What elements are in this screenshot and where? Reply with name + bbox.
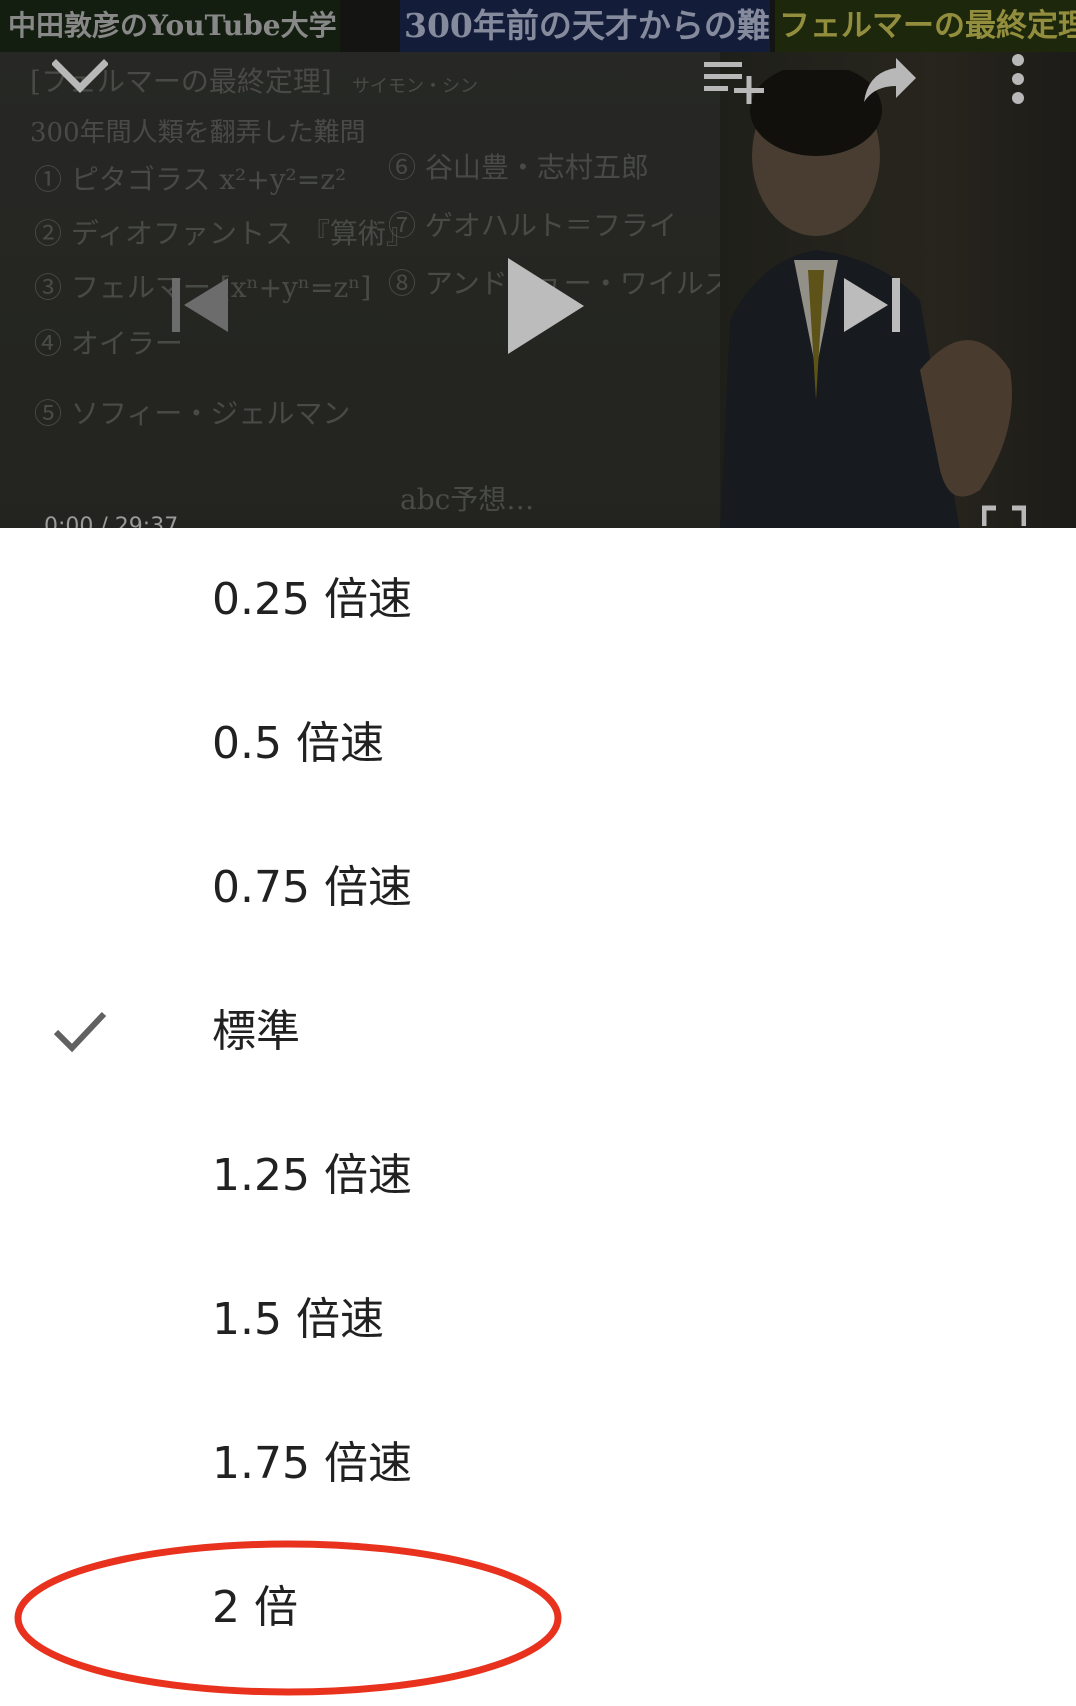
video-player[interactable]: [フェルマーの最終定理] サイモン・シン 300年間人類を翻弄した難問 ① ピタ… — [0, 0, 1076, 528]
fullscreen-icon[interactable] — [982, 504, 1026, 528]
speed-option-2[interactable]: 2 倍 — [0, 1536, 1076, 1680]
speed-option-label: 2 倍 — [212, 1582, 298, 1633]
speed-option-label: 1.75 倍速 — [212, 1438, 412, 1489]
speed-option-label: 標準 — [212, 1006, 300, 1057]
speed-option-1.5[interactable]: 1.5 倍速 — [0, 1248, 1076, 1392]
speed-option-label: 0.5 倍速 — [212, 718, 384, 769]
playback-time: 0:00 / 29:37 — [44, 514, 179, 528]
share-icon[interactable] — [862, 56, 918, 102]
more-vert-icon[interactable] — [1006, 54, 1030, 104]
speed-option-label: 1.25 倍速 — [212, 1150, 412, 1201]
speed-option-0.5[interactable]: 0.5 倍速 — [0, 672, 1076, 816]
play-icon[interactable] — [506, 256, 586, 356]
check-icon — [52, 1006, 108, 1058]
skip-next-icon[interactable] — [844, 276, 900, 334]
playback-speed-menu: 0.25 倍速 0.5 倍速 0.75 倍速 標準 1.25 倍速 1.5 倍速… — [0, 528, 1076, 1706]
speed-option-label: 0.75 倍速 — [212, 862, 412, 913]
skip-previous-icon[interactable] — [172, 276, 228, 334]
speed-option-1.25[interactable]: 1.25 倍速 — [0, 1104, 1076, 1248]
speed-option-0.25[interactable]: 0.25 倍速 — [0, 528, 1076, 672]
chevron-down-icon[interactable] — [52, 58, 108, 98]
speed-option-label: 0.25 倍速 — [212, 574, 412, 625]
speed-option-label: 1.5 倍速 — [212, 1294, 384, 1345]
playlist-add-icon[interactable] — [704, 58, 766, 104]
speed-option-normal[interactable]: 標準 — [0, 960, 1076, 1104]
speed-option-0.75[interactable]: 0.75 倍速 — [0, 816, 1076, 960]
speed-option-1.75[interactable]: 1.75 倍速 — [0, 1392, 1076, 1536]
